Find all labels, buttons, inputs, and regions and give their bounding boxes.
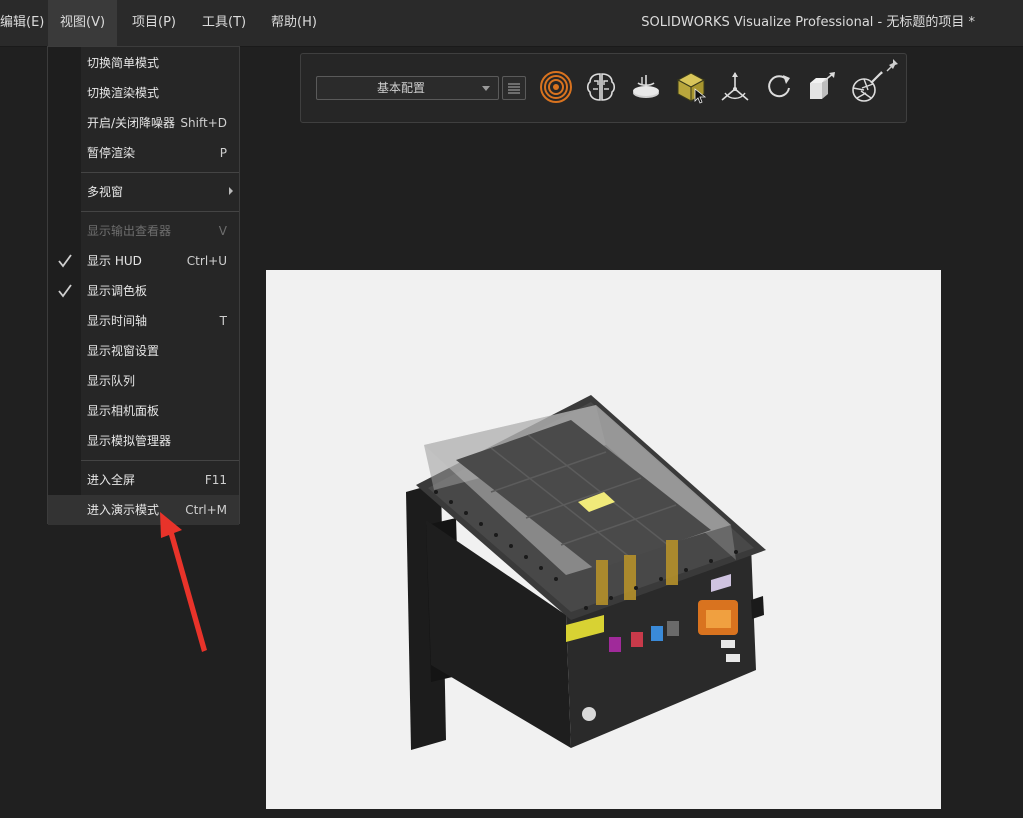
- menu-help[interactable]: 帮助(H): [259, 0, 329, 46]
- menu-project-label: 项目(P): [132, 15, 176, 30]
- select-part-icon[interactable]: [673, 69, 709, 105]
- menu-item-label: 暂停渲染: [87, 146, 136, 160]
- rotate-icon[interactable]: [761, 69, 797, 105]
- menu-separator: [81, 172, 239, 173]
- menu-item-label: 进入全屏: [87, 473, 136, 487]
- render-toolbar: 基本配置: [300, 53, 907, 123]
- menu-edit-label: 编辑(E): [0, 15, 45, 30]
- menu-item-show-hud[interactable]: 显示 HUD Ctrl+U: [48, 246, 239, 276]
- window-title: SOLIDWORKS Visualize Professional - 无标题的…: [641, 15, 975, 30]
- menubar: 编辑(E) 视图(V) 项目(P) 工具(T) 帮助(H) SOLIDWORKS…: [0, 0, 1023, 47]
- checkmark-icon: [58, 254, 72, 268]
- menu-item-multi-viewport[interactable]: 多视窗: [48, 177, 239, 207]
- menu-item-label: 显示模拟管理器: [87, 434, 172, 448]
- menu-item-denoiser[interactable]: 开启/关闭降噪器 Shift+D: [48, 108, 239, 138]
- menu-item-fullscreen[interactable]: 进入全屏 F11: [48, 465, 239, 495]
- menu-item-shortcut: T: [219, 314, 227, 328]
- submenu-arrow-icon: [229, 187, 233, 195]
- menu-item-label: 显示调色板: [87, 284, 148, 298]
- chevron-down-icon: [482, 86, 490, 91]
- menu-project[interactable]: 项目(P): [120, 0, 188, 46]
- menu-item-show-palette[interactable]: 显示调色板: [48, 276, 239, 306]
- menu-item-show-queue[interactable]: 显示队列: [48, 366, 239, 396]
- menu-item-label: 显示相机面板: [87, 404, 160, 418]
- ai-brain-icon[interactable]: [583, 69, 619, 105]
- menu-item-shortcut: F11: [204, 473, 227, 487]
- menu-separator: [81, 460, 239, 461]
- menu-item-label: 开启/关闭降噪器: [87, 116, 176, 130]
- menu-item-label: 显示 HUD: [87, 254, 142, 268]
- configuration-list-button[interactable]: [502, 76, 526, 100]
- annotation-arrow-icon: [160, 512, 207, 652]
- menu-item-shortcut: Ctrl+U: [186, 254, 227, 268]
- menu-item-pause-render[interactable]: 暂停渲染 P: [48, 138, 239, 168]
- menu-item-label: 多视窗: [87, 185, 124, 199]
- menu-item-show-timeline[interactable]: 显示时间轴 T: [48, 306, 239, 336]
- menu-item-render-mode[interactable]: 切换渲染模式: [48, 78, 239, 108]
- menu-item-simulation-manager[interactable]: 显示模拟管理器: [48, 426, 239, 456]
- triad-icon[interactable]: [717, 69, 753, 105]
- menu-item-label: 进入演示模式: [87, 503, 160, 517]
- configuration-select[interactable]: 基本配置: [316, 76, 499, 100]
- menu-item-label: 切换渲染模式: [87, 86, 160, 100]
- render-viewport[interactable]: [266, 270, 941, 809]
- view-menu-dropdown: 切换简单模式 切换渲染模式 开启/关闭降噪器 Shift+D 暂停渲染 P 多视…: [47, 46, 240, 525]
- menu-item-output-viewer: 显示输出查看器 V: [48, 216, 239, 246]
- menu-tools[interactable]: 工具(T): [190, 0, 258, 46]
- camera-edit-icon[interactable]: [849, 69, 885, 105]
- scale-box-icon[interactable]: [804, 69, 840, 105]
- menu-item-shortcut: P: [219, 146, 227, 160]
- pin-icon[interactable]: [886, 58, 900, 72]
- menu-view-label: 视图(V): [60, 15, 106, 30]
- menu-item-shortcut: Shift+D: [180, 116, 227, 130]
- menu-item-label: 显示队列: [87, 374, 136, 388]
- menu-item-label: 显示输出查看器: [87, 224, 172, 238]
- menu-item-shortcut: V: [218, 224, 227, 238]
- menu-separator: [81, 211, 239, 212]
- menu-item-label: 显示时间轴: [87, 314, 148, 328]
- menu-item-label: 切换简单模式: [87, 56, 160, 70]
- menu-item-camera-panel[interactable]: 显示相机面板: [48, 396, 239, 426]
- render-target-icon[interactable]: [538, 69, 574, 105]
- menu-item-viewport-settings[interactable]: 显示视窗设置: [48, 336, 239, 366]
- menu-help-label: 帮助(H): [271, 15, 317, 30]
- menu-view[interactable]: 视图(V): [48, 0, 118, 46]
- checkmark-icon: [58, 284, 72, 298]
- menu-tools-label: 工具(T): [202, 15, 247, 30]
- configuration-select-value: 基本配置: [376, 81, 425, 95]
- battery-pack-model: [406, 395, 766, 750]
- menu-item-simple-mode[interactable]: 切换简单模式: [48, 48, 239, 78]
- menu-item-label: 显示视窗设置: [87, 344, 160, 358]
- turntable-icon[interactable]: [628, 69, 664, 105]
- list-icon: [508, 83, 520, 94]
